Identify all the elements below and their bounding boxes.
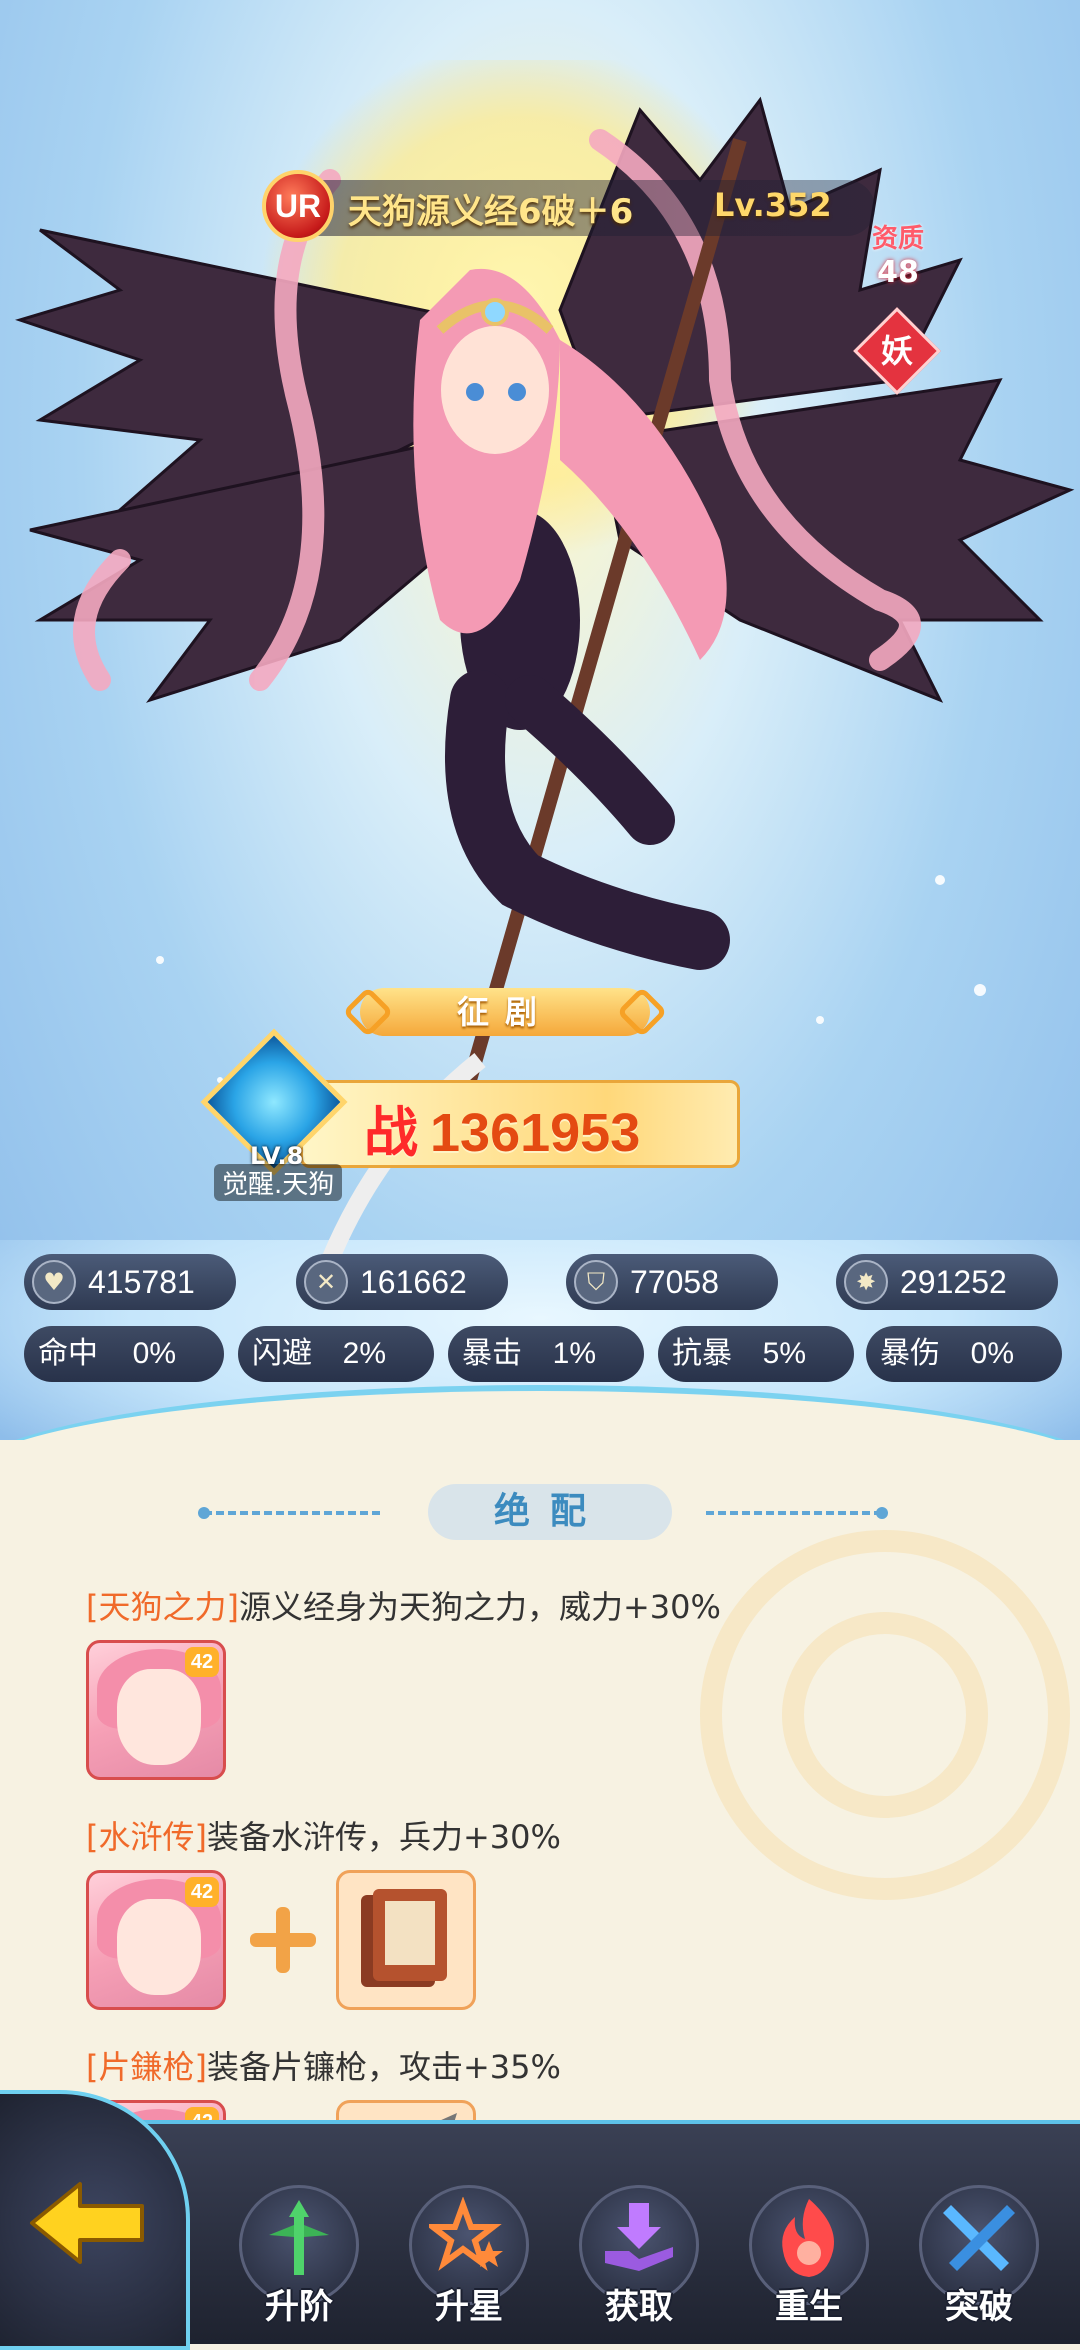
substat-crit: 暴击 1% [448,1326,644,1382]
hero-name: 天狗源义经6破＋6 [348,192,634,232]
hero-card[interactable]: 42 [86,1870,226,2010]
combo-effect: 装备片镰枪，攻击+35% [206,2048,561,2086]
awaken-name: 觉醒.天狗 [214,1164,343,1201]
heart-icon: ♥ [32,1260,76,1304]
combat-power-label: 战 [364,1103,418,1163]
card-star-badge: 42 [185,1647,219,1677]
rebirth-button[interactable]: 重生 [744,2185,874,2335]
stat-attack-value: 161662 [360,1264,467,1300]
perfect-match-title: 绝配 [428,1484,672,1540]
advance-icon [269,2200,329,2275]
substat-hit-label: 命中 [38,1336,98,1371]
rebirth-label: 重生 [775,2287,843,2327]
combo-description: [天狗之力]源义经身为天狗之力，威力+30% [86,1582,721,1628]
substat-crit-damage-value: 0% [970,1337,1014,1370]
rarity-badge: UR [262,170,334,242]
combo-effect: 装备水浒传，兵力+30% [206,1818,561,1856]
equipment-card[interactable] [336,1870,476,2010]
substat-dodge-label: 闪避 [252,1336,312,1371]
stat-hp-value: 415781 [88,1264,195,1300]
breakthrough-label: 突破 [945,2287,1013,2327]
stat-speed: ✸ 291252 [836,1254,1058,1310]
combo-effect: 源义经身为天狗之力，威力+30% [238,1588,721,1626]
star-up-icon [429,2197,503,2271]
title-divider-right [706,1507,888,1519]
substat-crit-damage: 暴伤 0% [866,1326,1062,1382]
combo-description: [水浒传]装备水浒传，兵力+30% [86,1812,561,1858]
combo-name: [水浒传] [86,1818,207,1856]
star-up-label: 升星 [435,2287,503,2327]
rebirth-icon [782,2199,834,2277]
faction-label: 妖 [880,332,913,370]
substat-crit-damage-label: 暴伤 [880,1336,940,1371]
substat-crit-value: 1% [552,1337,596,1370]
advance-button[interactable]: 升阶 [234,2185,364,2335]
star-up-button[interactable]: 升星 [404,2185,534,2335]
substat-dodge: 闪避 2% [238,1326,434,1382]
advance-label: 升阶 [265,2287,333,2327]
expedition-label: 征剧 [456,993,553,1031]
breakthrough-icon [943,2205,1015,2271]
star-icon: ✸ [844,1260,888,1304]
obtain-icon [605,2203,673,2271]
plus-icon [250,1907,316,1973]
obtain-button[interactable]: 获取 [574,2185,704,2335]
card-portrait-face [117,1899,201,1995]
back-arrow-icon [30,2182,144,2264]
combo-name: [天狗之力] [86,1588,239,1626]
stat-defense: ⛉ 77058 [566,1254,778,1310]
combo-name: [片鎌枪] [86,2048,207,2086]
stat-defense-value: 77058 [630,1264,719,1300]
substat-crit-resist-label: 抗暴 [672,1336,732,1371]
swords-icon: ✕ [304,1260,348,1304]
substat-hit-value: 0% [132,1337,176,1370]
stat-hp: ♥ 415781 [24,1254,236,1310]
title-divider-left [198,1507,380,1519]
substat-crit-resist: 抗暴 5% [658,1326,854,1382]
shield-icon: ⛉ [574,1260,618,1304]
combat-power: 战 1361953 [364,1088,640,1167]
combat-power-value: 1361953 [430,1103,641,1163]
expedition-banner[interactable]: 征剧 [342,986,668,1038]
obtain-label: 获取 [605,2287,673,2327]
aptitude-display: 资质 48 [858,218,938,290]
stat-attack: ✕ 161662 [296,1254,508,1310]
card-portrait-face [117,1669,201,1765]
background-rings-decoration [700,1530,1070,1900]
substat-dodge-value: 2% [342,1337,386,1370]
substat-hit: 命中 0% [24,1326,224,1382]
breakthrough-button[interactable]: 突破 [914,2185,1044,2335]
book-icon [361,1889,447,1987]
aptitude-label: 资质 [871,224,924,254]
stat-speed-value: 291252 [900,1264,1007,1300]
card-star-badge: 42 [185,1877,219,1907]
hero-level: Lv.352 [714,186,832,224]
aptitude-value: 48 [877,255,919,290]
substat-crit-label: 暴击 [462,1336,522,1371]
combo-description: [片鎌枪]装备片镰枪，攻击+35% [86,2042,561,2088]
hero-card[interactable]: 42 [86,1640,226,1780]
substat-crit-resist-value: 5% [762,1337,806,1370]
